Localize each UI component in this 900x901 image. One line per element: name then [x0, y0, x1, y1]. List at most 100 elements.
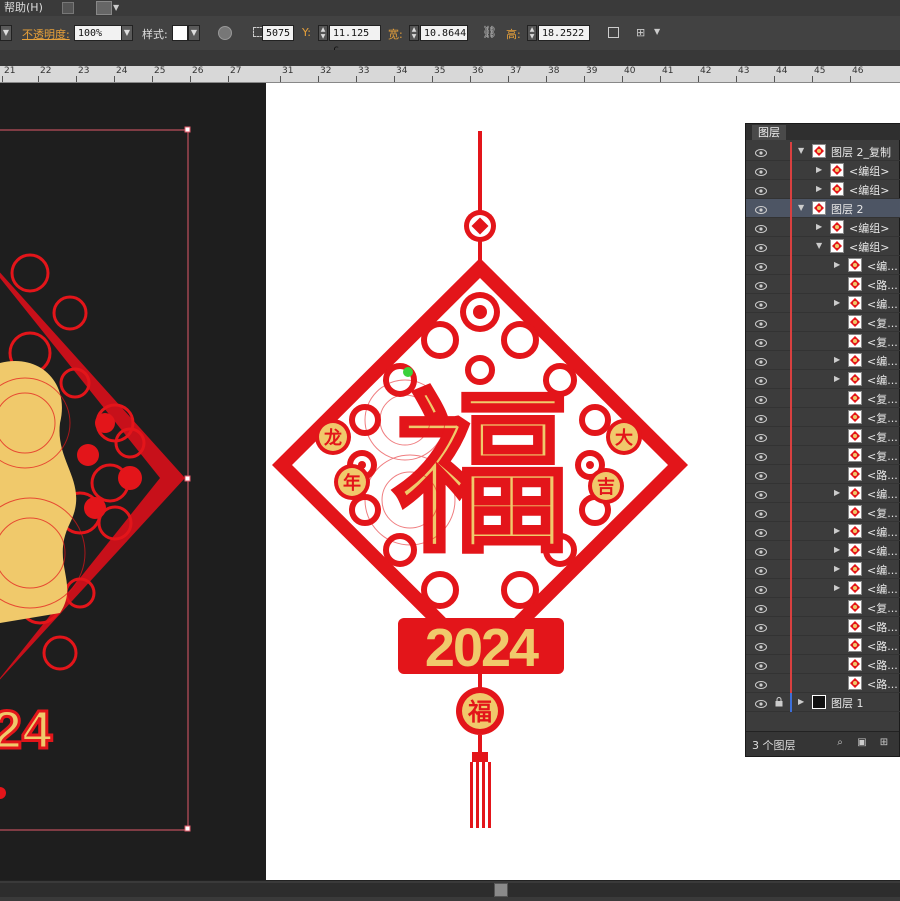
expand-triangle-icon[interactable]: ▶: [816, 184, 822, 193]
layer-row[interactable]: <复...: [746, 389, 900, 408]
visibility-eye-icon[interactable]: [755, 622, 767, 632]
expand-triangle-icon[interactable]: ▶: [834, 583, 840, 592]
visibility-eye-icon[interactable]: [755, 394, 767, 404]
visibility-eye-icon[interactable]: [755, 223, 767, 233]
visibility-eye-icon[interactable]: [755, 603, 767, 613]
layer-row[interactable]: <路...: [746, 465, 900, 484]
collapse-triangle-icon[interactable]: ▼: [798, 203, 804, 212]
chevron-down-icon[interactable]: ▼: [0, 25, 12, 41]
layer-row[interactable]: ▶ <编...: [746, 256, 900, 275]
style-swatch[interactable]: [172, 25, 188, 41]
visibility-eye-icon[interactable]: [755, 679, 767, 689]
layer-row[interactable]: ▶ <编...: [746, 370, 900, 389]
visibility-eye-icon[interactable]: [755, 584, 767, 594]
chevron-down-icon[interactable]: ▼: [654, 27, 660, 36]
expand-triangle-icon[interactable]: ▶: [834, 355, 840, 364]
expand-triangle-icon[interactable]: ▶: [834, 488, 840, 497]
visibility-eye-icon[interactable]: [755, 451, 767, 461]
visibility-eye-icon[interactable]: [755, 147, 767, 157]
y-stepper[interactable]: ▲ ▼: [318, 25, 328, 41]
layer-row[interactable]: <复...: [746, 598, 900, 617]
visibility-eye-icon[interactable]: [755, 470, 767, 480]
horizontal-scrollbar[interactable]: [0, 883, 900, 897]
recolor-icon[interactable]: [218, 26, 232, 40]
layer-row[interactable]: <路...: [746, 617, 900, 636]
link-icon[interactable]: ⛓: [482, 25, 497, 39]
visibility-eye-icon[interactable]: [755, 527, 767, 537]
layer-row[interactable]: <复...: [746, 427, 900, 446]
width-stepper[interactable]: ▲ ▼: [409, 25, 419, 41]
collapse-triangle-icon[interactable]: ▼: [798, 146, 804, 155]
height-input[interactable]: 18.2522: [538, 25, 590, 41]
visibility-eye-icon[interactable]: [755, 565, 767, 575]
layer-row[interactable]: <复...: [746, 503, 900, 522]
arrange-documents-icon[interactable]: [96, 1, 112, 15]
style-dropdown-button[interactable]: ▼: [188, 25, 200, 41]
visibility-eye-icon[interactable]: [755, 508, 767, 518]
layer-row[interactable]: ▶ <编...: [746, 560, 900, 579]
visibility-eye-icon[interactable]: [755, 432, 767, 442]
visibility-eye-icon[interactable]: [755, 280, 767, 290]
visibility-eye-icon[interactable]: [755, 375, 767, 385]
layer-row[interactable]: <复...: [746, 446, 900, 465]
layer-row[interactable]: <路...: [746, 275, 900, 294]
x-input[interactable]: 5075: [262, 25, 294, 41]
layer-row[interactable]: ▶ <编组>: [746, 218, 900, 237]
layer-row[interactable]: ▶ 图层 1: [746, 693, 900, 712]
visibility-eye-icon[interactable]: [755, 242, 767, 252]
collapse-triangle-icon[interactable]: ▼: [816, 241, 822, 250]
expand-triangle-icon[interactable]: ▶: [816, 222, 822, 231]
visibility-eye-icon[interactable]: [755, 641, 767, 651]
chevron-down-icon[interactable]: ▼: [113, 0, 119, 16]
visibility-eye-icon[interactable]: [755, 356, 767, 366]
visibility-eye-icon[interactable]: [755, 413, 767, 423]
expand-triangle-icon[interactable]: ▶: [798, 697, 804, 706]
horizontal-ruler[interactable]: 21 22 23 24 25 26 27 31 32 33 34 35 36 37 38 39 40 41 42 43…: [0, 66, 900, 83]
expand-triangle-icon[interactable]: ▶: [834, 526, 840, 535]
bridge-icon[interactable]: [62, 2, 74, 14]
expand-triangle-icon[interactable]: ▶: [834, 374, 840, 383]
lock-icon[interactable]: [775, 697, 783, 707]
expand-triangle-icon[interactable]: ▶: [834, 260, 840, 269]
pasteboard[interactable]: 24: [0, 83, 266, 880]
layer-row[interactable]: <复...: [746, 408, 900, 427]
isolate-icon[interactable]: ⊞: [636, 26, 645, 39]
layer-row[interactable]: ▶ <编...: [746, 484, 900, 503]
visibility-eye-icon[interactable]: [755, 698, 767, 708]
expand-triangle-icon[interactable]: ▶: [816, 165, 822, 174]
visibility-eye-icon[interactable]: [755, 204, 767, 214]
tab-layers[interactable]: 图层: [752, 125, 786, 140]
visibility-eye-icon[interactable]: [755, 546, 767, 556]
opacity-dropdown-button[interactable]: ▼: [121, 25, 133, 41]
expand-triangle-icon[interactable]: ▶: [834, 298, 840, 307]
transform-icon[interactable]: [608, 27, 619, 38]
layer-row[interactable]: ▼ 图层 2_复制: [746, 142, 900, 161]
layer-row[interactable]: <路...: [746, 655, 900, 674]
menu-help[interactable]: 帮助(H): [4, 0, 43, 16]
expand-triangle-icon[interactable]: ▶: [834, 545, 840, 554]
layer-row[interactable]: <路...: [746, 636, 900, 655]
layer-row[interactable]: ▼ <编组>: [746, 237, 900, 256]
layer-row[interactable]: ▶ <编...: [746, 351, 900, 370]
y-input[interactable]: 11.125 c: [329, 25, 381, 55]
layer-row[interactable]: ▶ <编...: [746, 294, 900, 313]
new-sublayer-icon[interactable]: ⊞: [878, 737, 890, 749]
height-stepper[interactable]: ▲ ▼: [527, 25, 537, 41]
visibility-eye-icon[interactable]: [755, 337, 767, 347]
layer-row[interactable]: ▶ <编...: [746, 541, 900, 560]
search-icon[interactable]: ⌕: [834, 737, 846, 749]
layer-row[interactable]: <路...: [746, 674, 900, 693]
visibility-eye-icon[interactable]: [755, 489, 767, 499]
visibility-eye-icon[interactable]: [755, 166, 767, 176]
visibility-eye-icon[interactable]: [755, 299, 767, 309]
visibility-eye-icon[interactable]: [755, 660, 767, 670]
layer-row[interactable]: ▶ <编...: [746, 579, 900, 598]
layer-row[interactable]: <复...: [746, 313, 900, 332]
layer-row[interactable]: ▶ <编组>: [746, 180, 900, 199]
horizontal-scrollbar-thumb[interactable]: [494, 883, 508, 897]
visibility-eye-icon[interactable]: [755, 318, 767, 328]
visibility-eye-icon[interactable]: [755, 261, 767, 271]
opacity-input[interactable]: 100%: [74, 25, 122, 41]
layer-row[interactable]: ▶ <编组>: [746, 161, 900, 180]
expand-triangle-icon[interactable]: ▶: [834, 564, 840, 573]
